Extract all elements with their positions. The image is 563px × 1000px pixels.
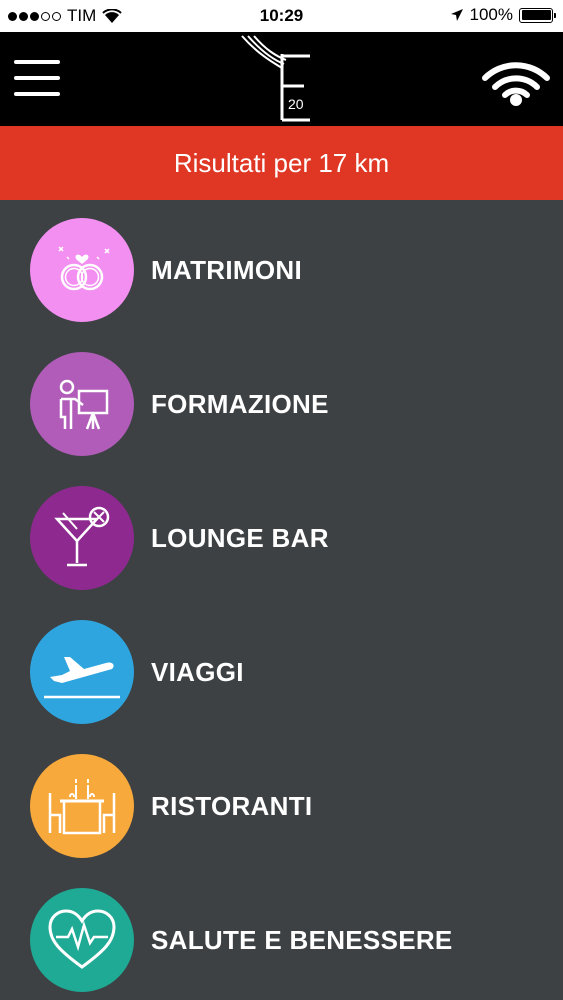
- category-label: LOUNGE BAR: [151, 522, 329, 553]
- status-right: 100%: [450, 5, 556, 25]
- banner-text: Risultati per 17 km: [173, 147, 390, 178]
- category-label: FORMAZIONE: [151, 388, 329, 419]
- teacher-board-icon: [30, 352, 134, 456]
- category-item-ristoranti[interactable]: RISTORANTI: [0, 754, 563, 864]
- category-item-matrimoni[interactable]: MATRIMONI: [0, 218, 563, 328]
- category-item-salute-e-benessere[interactable]: SALUTE E BENESSERE: [0, 888, 563, 998]
- dinner-table-icon: [30, 754, 134, 858]
- app-logo: 20: [238, 34, 318, 124]
- category-item-viaggi[interactable]: VIAGGI: [0, 620, 563, 730]
- category-label: VIAGGI: [151, 656, 244, 687]
- category-label: SALUTE E BENESSERE: [151, 924, 453, 955]
- logo-mark-icon: [241, 35, 310, 122]
- logo-number: 20: [288, 96, 304, 112]
- cocktail-icon: [30, 486, 134, 590]
- wedding-rings-icon: [30, 218, 134, 322]
- heart-pulse-icon: [30, 888, 134, 992]
- status-bar: TIM 10:29 100%: [0, 0, 563, 32]
- wifi-icon[interactable]: [481, 54, 551, 106]
- category-label: RISTORANTI: [151, 790, 313, 821]
- hamburger-menu-icon[interactable]: [14, 60, 60, 96]
- category-item-lounge-bar[interactable]: LOUNGE BAR: [0, 486, 563, 596]
- category-item-formazione[interactable]: FORMAZIONE: [0, 352, 563, 462]
- top-navbar: 20: [0, 32, 563, 126]
- battery-icon: [519, 7, 556, 23]
- distance-results-banner: Risultati per 17 km: [0, 126, 563, 200]
- airplane-icon: [30, 620, 134, 724]
- category-label: MATRIMONI: [151, 254, 302, 285]
- location-arrow-icon: [450, 9, 463, 21]
- battery-percent: 100%: [469, 5, 513, 24]
